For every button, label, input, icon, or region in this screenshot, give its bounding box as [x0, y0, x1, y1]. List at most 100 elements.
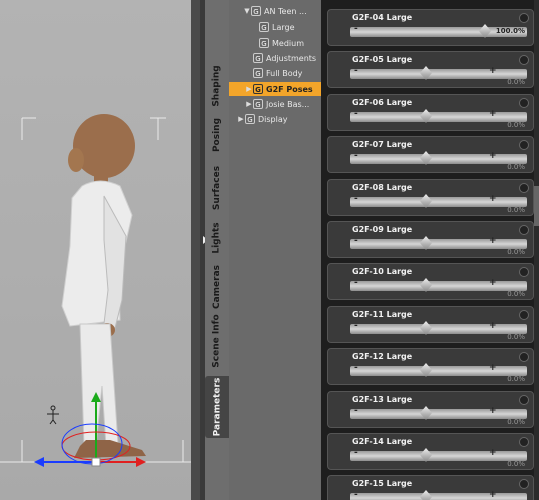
parameter-slider[interactable]: G2F-04 Large - 100.0%: [327, 9, 534, 46]
decrement-button[interactable]: -: [354, 24, 358, 34]
expand-icon[interactable]: ▶: [237, 115, 245, 123]
increment-button[interactable]: +: [489, 321, 497, 331]
viewport-splitter[interactable]: [191, 0, 200, 500]
slider-track[interactable]: [350, 154, 527, 164]
parameter-value[interactable]: 0.0%: [507, 248, 525, 256]
gear-icon[interactable]: [519, 183, 529, 193]
decrement-button[interactable]: -: [354, 194, 358, 204]
decrement-button[interactable]: -: [354, 236, 358, 246]
figure[interactable]: [61, 114, 146, 458]
slider-track[interactable]: [350, 239, 527, 249]
slider-track[interactable]: [350, 69, 527, 79]
tab-surfaces[interactable]: Surfaces: [205, 160, 229, 216]
tree-item-label: Large: [272, 22, 295, 32]
decrement-button[interactable]: -: [354, 151, 358, 161]
parameter-slider[interactable]: G2F-14 Large - +0.0%: [327, 433, 534, 470]
tree-item-large[interactable]: G Large: [259, 20, 295, 34]
increment-button[interactable]: +: [489, 448, 497, 458]
parameter-slider[interactable]: G2F-13 Large - +0.0%: [327, 391, 534, 428]
decrement-button[interactable]: -: [354, 363, 358, 373]
parameter-slider[interactable]: G2F-06 Large - +0.0%: [327, 94, 534, 131]
decrement-button[interactable]: -: [354, 66, 358, 76]
decrement-button[interactable]: -: [354, 278, 358, 288]
parameter-slider[interactable]: G2F-08 Large - +0.0%: [327, 179, 534, 216]
parameter-value[interactable]: 0.0%: [507, 333, 525, 341]
decrement-button[interactable]: -: [354, 406, 358, 416]
gear-icon[interactable]: [519, 140, 529, 150]
parameter-slider[interactable]: G2F-11 Large - +0.0%: [327, 306, 534, 343]
parameter-label: G2F-06 Large: [352, 98, 413, 107]
parameter-value[interactable]: 0.0%: [507, 375, 525, 383]
tab-parameters[interactable]: Parameters: [205, 376, 229, 438]
gear-icon[interactable]: [519, 479, 529, 489]
slider-track[interactable]: [350, 197, 527, 207]
increment-button[interactable]: +: [489, 66, 497, 76]
parameter-value[interactable]: 0.0%: [507, 78, 525, 86]
slider-track[interactable]: [350, 366, 527, 376]
tree-item-medium[interactable]: G Medium: [259, 36, 304, 50]
tree-item-an-teen[interactable]: ▼ G AN Teen ...: [243, 4, 307, 18]
increment-button[interactable]: +: [489, 151, 497, 161]
parameter-value[interactable]: 100.0%: [496, 27, 525, 35]
scrollbar-thumb[interactable]: [534, 186, 539, 226]
gear-icon[interactable]: [519, 310, 529, 320]
tab-lights[interactable]: Lights: [205, 218, 229, 258]
expand-icon[interactable]: ▶: [245, 100, 253, 108]
slider-track[interactable]: [350, 281, 527, 291]
parameter-slider[interactable]: G2F-15 Large - +: [327, 475, 534, 500]
tree-item-label: Display: [258, 114, 288, 124]
gear-icon[interactable]: [519, 395, 529, 405]
tab-shaping[interactable]: Shaping: [205, 58, 229, 114]
increment-button[interactable]: +: [489, 194, 497, 204]
decrement-button[interactable]: -: [354, 109, 358, 119]
gear-icon[interactable]: [519, 55, 529, 65]
slider-track[interactable]: [350, 451, 527, 461]
parameter-value[interactable]: 0.0%: [507, 460, 525, 468]
scrollbar[interactable]: [534, 0, 539, 500]
expand-icon[interactable]: ▼: [243, 7, 251, 15]
increment-button[interactable]: +: [489, 236, 497, 246]
parameter-value[interactable]: 0.0%: [507, 418, 525, 426]
gear-icon[interactable]: [519, 98, 529, 108]
expand-icon[interactable]: ▶: [245, 85, 253, 93]
parameter-value[interactable]: 0.0%: [507, 290, 525, 298]
increment-button[interactable]: +: [489, 278, 497, 288]
parameter-label: G2F-11 Large: [352, 310, 413, 319]
parameter-slider[interactable]: G2F-10 Large - +0.0%: [327, 263, 534, 300]
decrement-button[interactable]: -: [354, 490, 358, 500]
slider-track[interactable]: [350, 493, 527, 500]
parameter-value[interactable]: 0.0%: [507, 163, 525, 171]
slider-track[interactable]: [350, 409, 527, 419]
gear-icon[interactable]: [519, 437, 529, 447]
tree-item-adjustments[interactable]: G Adjustments: [253, 51, 316, 65]
increment-button[interactable]: +: [489, 406, 497, 416]
pane-tabs: Shaping Posing Surfaces Lights Cameras S…: [205, 0, 229, 500]
parameter-value[interactable]: 0.0%: [507, 206, 525, 214]
increment-button[interactable]: +: [489, 363, 497, 373]
gear-icon[interactable]: [519, 225, 529, 235]
decrement-button[interactable]: -: [354, 321, 358, 331]
parameter-value[interactable]: 0.0%: [507, 121, 525, 129]
slider-knob[interactable]: [420, 490, 432, 500]
3d-viewport[interactable]: [0, 0, 191, 500]
decrement-button[interactable]: -: [354, 448, 358, 458]
tree-item-josie-base[interactable]: ▶ G Josie Bas...: [245, 97, 309, 111]
slider-track[interactable]: [350, 324, 527, 334]
tree-item-g2f-poses[interactable]: ▶ G G2F Poses: [229, 82, 321, 96]
gear-icon[interactable]: [519, 267, 529, 277]
tab-cameras[interactable]: Cameras: [205, 262, 229, 312]
tab-posing[interactable]: Posing: [205, 114, 229, 156]
gear-icon[interactable]: [519, 13, 529, 23]
tree-item-display[interactable]: ▶ G Display: [237, 112, 288, 126]
tab-scene-info[interactable]: Scene Info: [205, 314, 229, 368]
parameter-slider[interactable]: G2F-05 Large - +0.0%: [327, 51, 534, 88]
slider-track[interactable]: [350, 112, 527, 122]
increment-button[interactable]: +: [489, 109, 497, 119]
tree-item-full-body[interactable]: G Full Body: [253, 66, 302, 80]
parameter-slider[interactable]: G2F-07 Large - +0.0%: [327, 136, 534, 173]
group-icon: G: [253, 68, 263, 78]
parameter-slider[interactable]: G2F-09 Large - +0.0%: [327, 221, 534, 258]
gear-icon[interactable]: [519, 352, 529, 362]
increment-button[interactable]: +: [489, 490, 497, 500]
parameter-slider[interactable]: G2F-12 Large - +0.0%: [327, 348, 534, 385]
